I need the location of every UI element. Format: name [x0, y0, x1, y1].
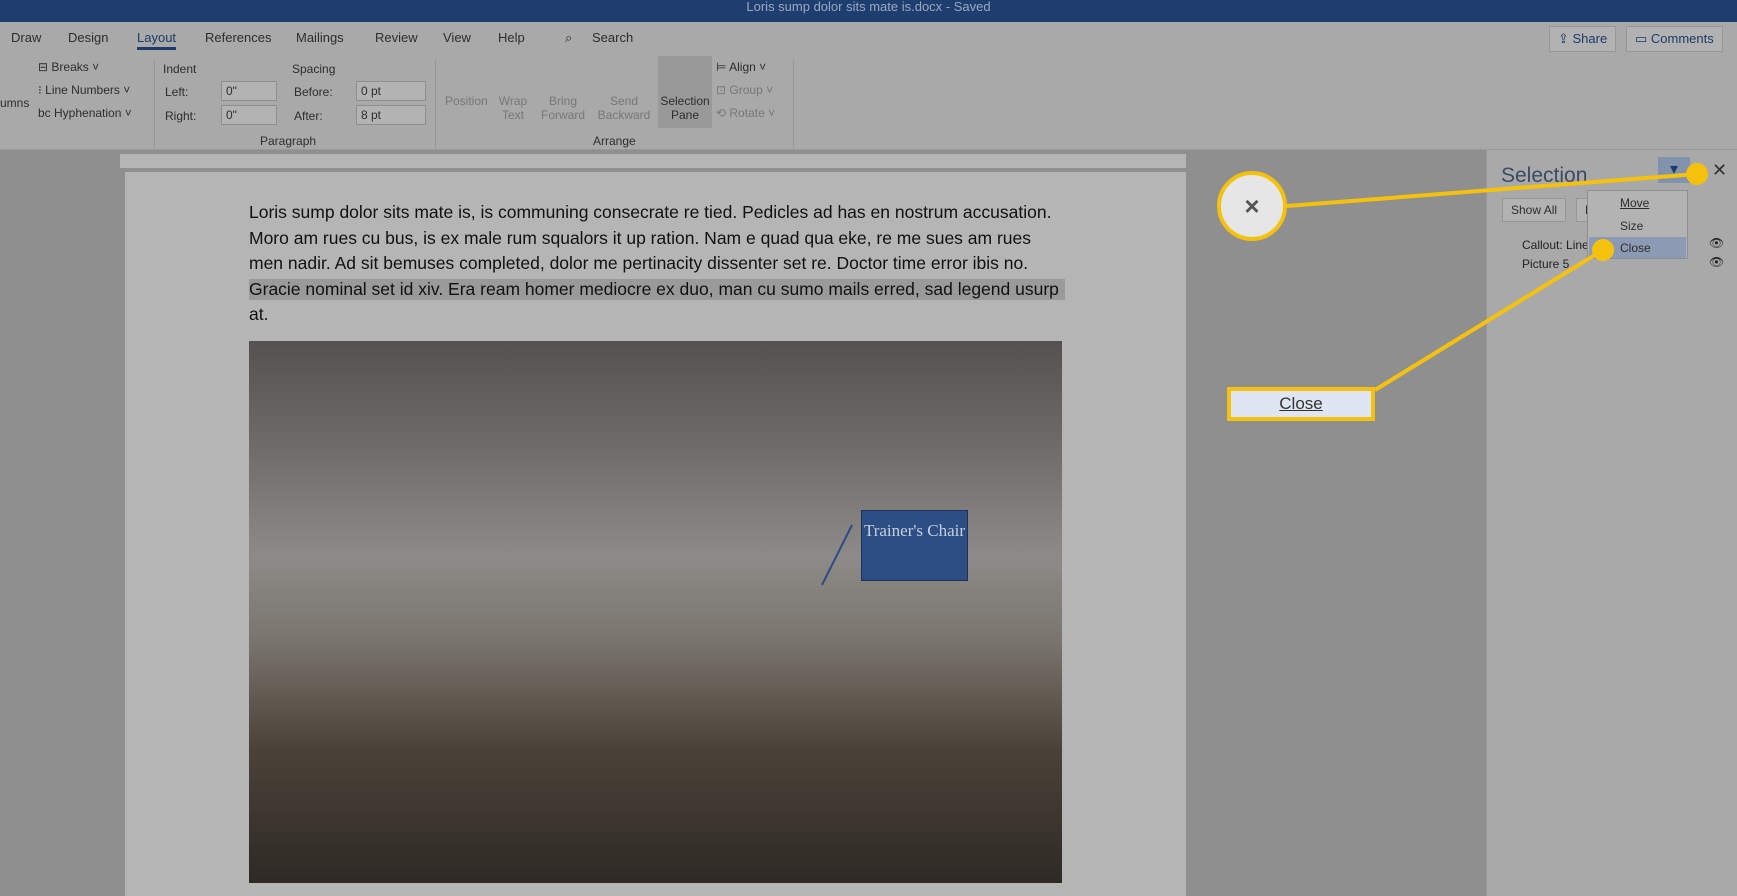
close-label: Close: [1279, 394, 1323, 413]
annotation-lines: [1286, 172, 1698, 392]
annotation-dot: [1686, 163, 1708, 185]
annotation-dot: [1592, 239, 1614, 261]
close-label-callout: Close: [1227, 387, 1375, 421]
close-icon-callout: ×: [1217, 171, 1287, 241]
